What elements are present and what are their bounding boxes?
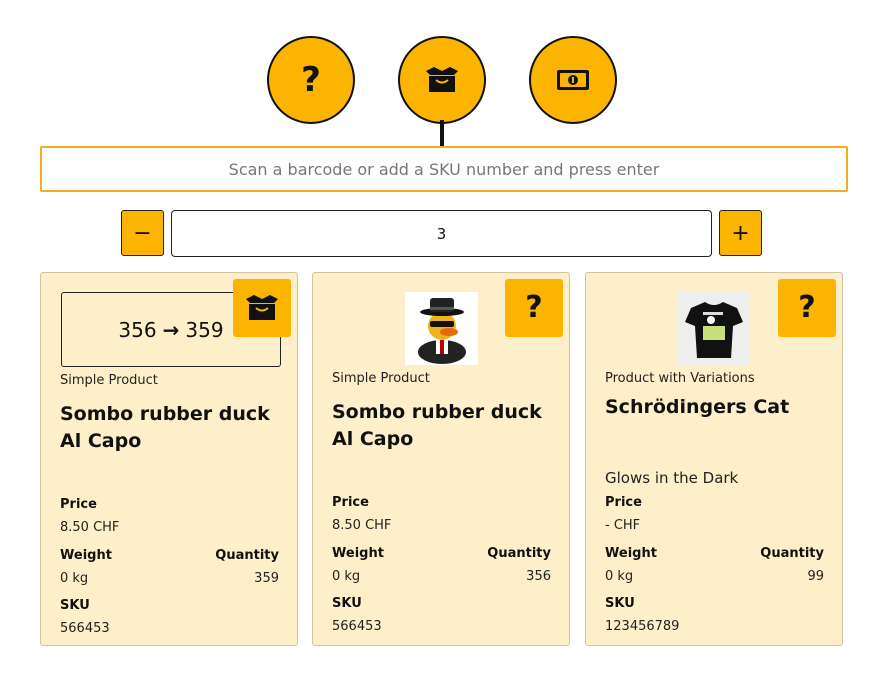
product-type: Product with Variations — [605, 371, 755, 386]
product-image — [405, 292, 478, 365]
sku-label: SKU — [60, 598, 90, 613]
sku-value: 123456789 — [605, 619, 680, 634]
sku-label: SKU — [605, 596, 635, 611]
price-label: Price — [332, 495, 369, 510]
quantity-label: Quantity — [487, 546, 551, 561]
question-icon: ? — [525, 290, 543, 325]
price-label: Price — [60, 497, 97, 512]
help-mode-button[interactable]: ? — [267, 36, 355, 124]
stock-to: 359 — [185, 317, 224, 342]
sku-value: 566453 — [60, 621, 110, 636]
product-description: Glows in the Dark — [605, 469, 739, 487]
sku-value: 566453 — [332, 619, 382, 634]
price-label: Price — [605, 495, 642, 510]
mode-connector — [440, 120, 444, 147]
quantity-value: 99 — [807, 569, 824, 584]
weight-value: 0 kg — [605, 569, 634, 584]
barcode-scan-input[interactable] — [40, 146, 848, 192]
box-icon — [426, 67, 458, 92]
product-type: Simple Product — [332, 371, 430, 386]
price-value: 8.50 CHF — [60, 520, 120, 535]
quantity-label: Quantity — [215, 548, 279, 563]
rubber-duck-gangster-image — [417, 297, 466, 364]
product-title: Sombo rubber duck Al Capo — [60, 403, 270, 452]
question-icon: ? — [798, 290, 816, 325]
card-mode-button[interactable]: ? — [505, 279, 563, 337]
question-icon: ? — [301, 60, 321, 100]
decrease-quantity-button[interactable]: − — [121, 210, 164, 256]
product-type: Simple Product — [60, 373, 158, 388]
sku-label: SKU — [332, 596, 362, 611]
product-title: Schrödingers Cat — [605, 396, 790, 418]
quantity-value: 359 — [254, 571, 279, 586]
weight-value: 0 kg — [60, 571, 89, 586]
weight-label: Weight — [605, 546, 657, 561]
arrow-right-icon: → — [162, 317, 180, 342]
product-card[interactable]: ? Product with Variations Schrödingers C… — [585, 272, 843, 646]
card-mode-button[interactable]: ? — [778, 279, 836, 337]
product-image — [677, 292, 750, 365]
minus-icon: − — [133, 220, 152, 246]
price-value: - CHF — [605, 518, 641, 533]
price-mode-button[interactable] — [529, 36, 617, 124]
product-card[interactable]: ? Simple Product Sombo rubber duck Al Ca… — [312, 272, 570, 646]
weight-value: 0 kg — [332, 569, 361, 584]
weight-label: Weight — [332, 546, 384, 561]
quantity-value: 356 — [526, 569, 551, 584]
product-title: Sombo rubber duck Al Capo — [332, 401, 542, 450]
quantity-input[interactable] — [171, 210, 712, 257]
card-mode-button[interactable] — [233, 279, 291, 337]
weight-label: Weight — [60, 548, 112, 563]
black-cat-tshirt-image — [684, 301, 743, 358]
plus-icon: + — [731, 220, 750, 246]
price-value: 8.50 CHF — [332, 518, 392, 533]
increase-quantity-button[interactable]: + — [719, 210, 762, 256]
money-icon — [557, 70, 589, 90]
stock-mode-button[interactable] — [398, 36, 486, 124]
product-card[interactable]: 356 → 359 Simple Product Sombo rubber du… — [40, 272, 298, 646]
stock-from: 356 — [118, 317, 157, 342]
quantity-label: Quantity — [760, 546, 824, 561]
box-icon — [246, 295, 278, 320]
